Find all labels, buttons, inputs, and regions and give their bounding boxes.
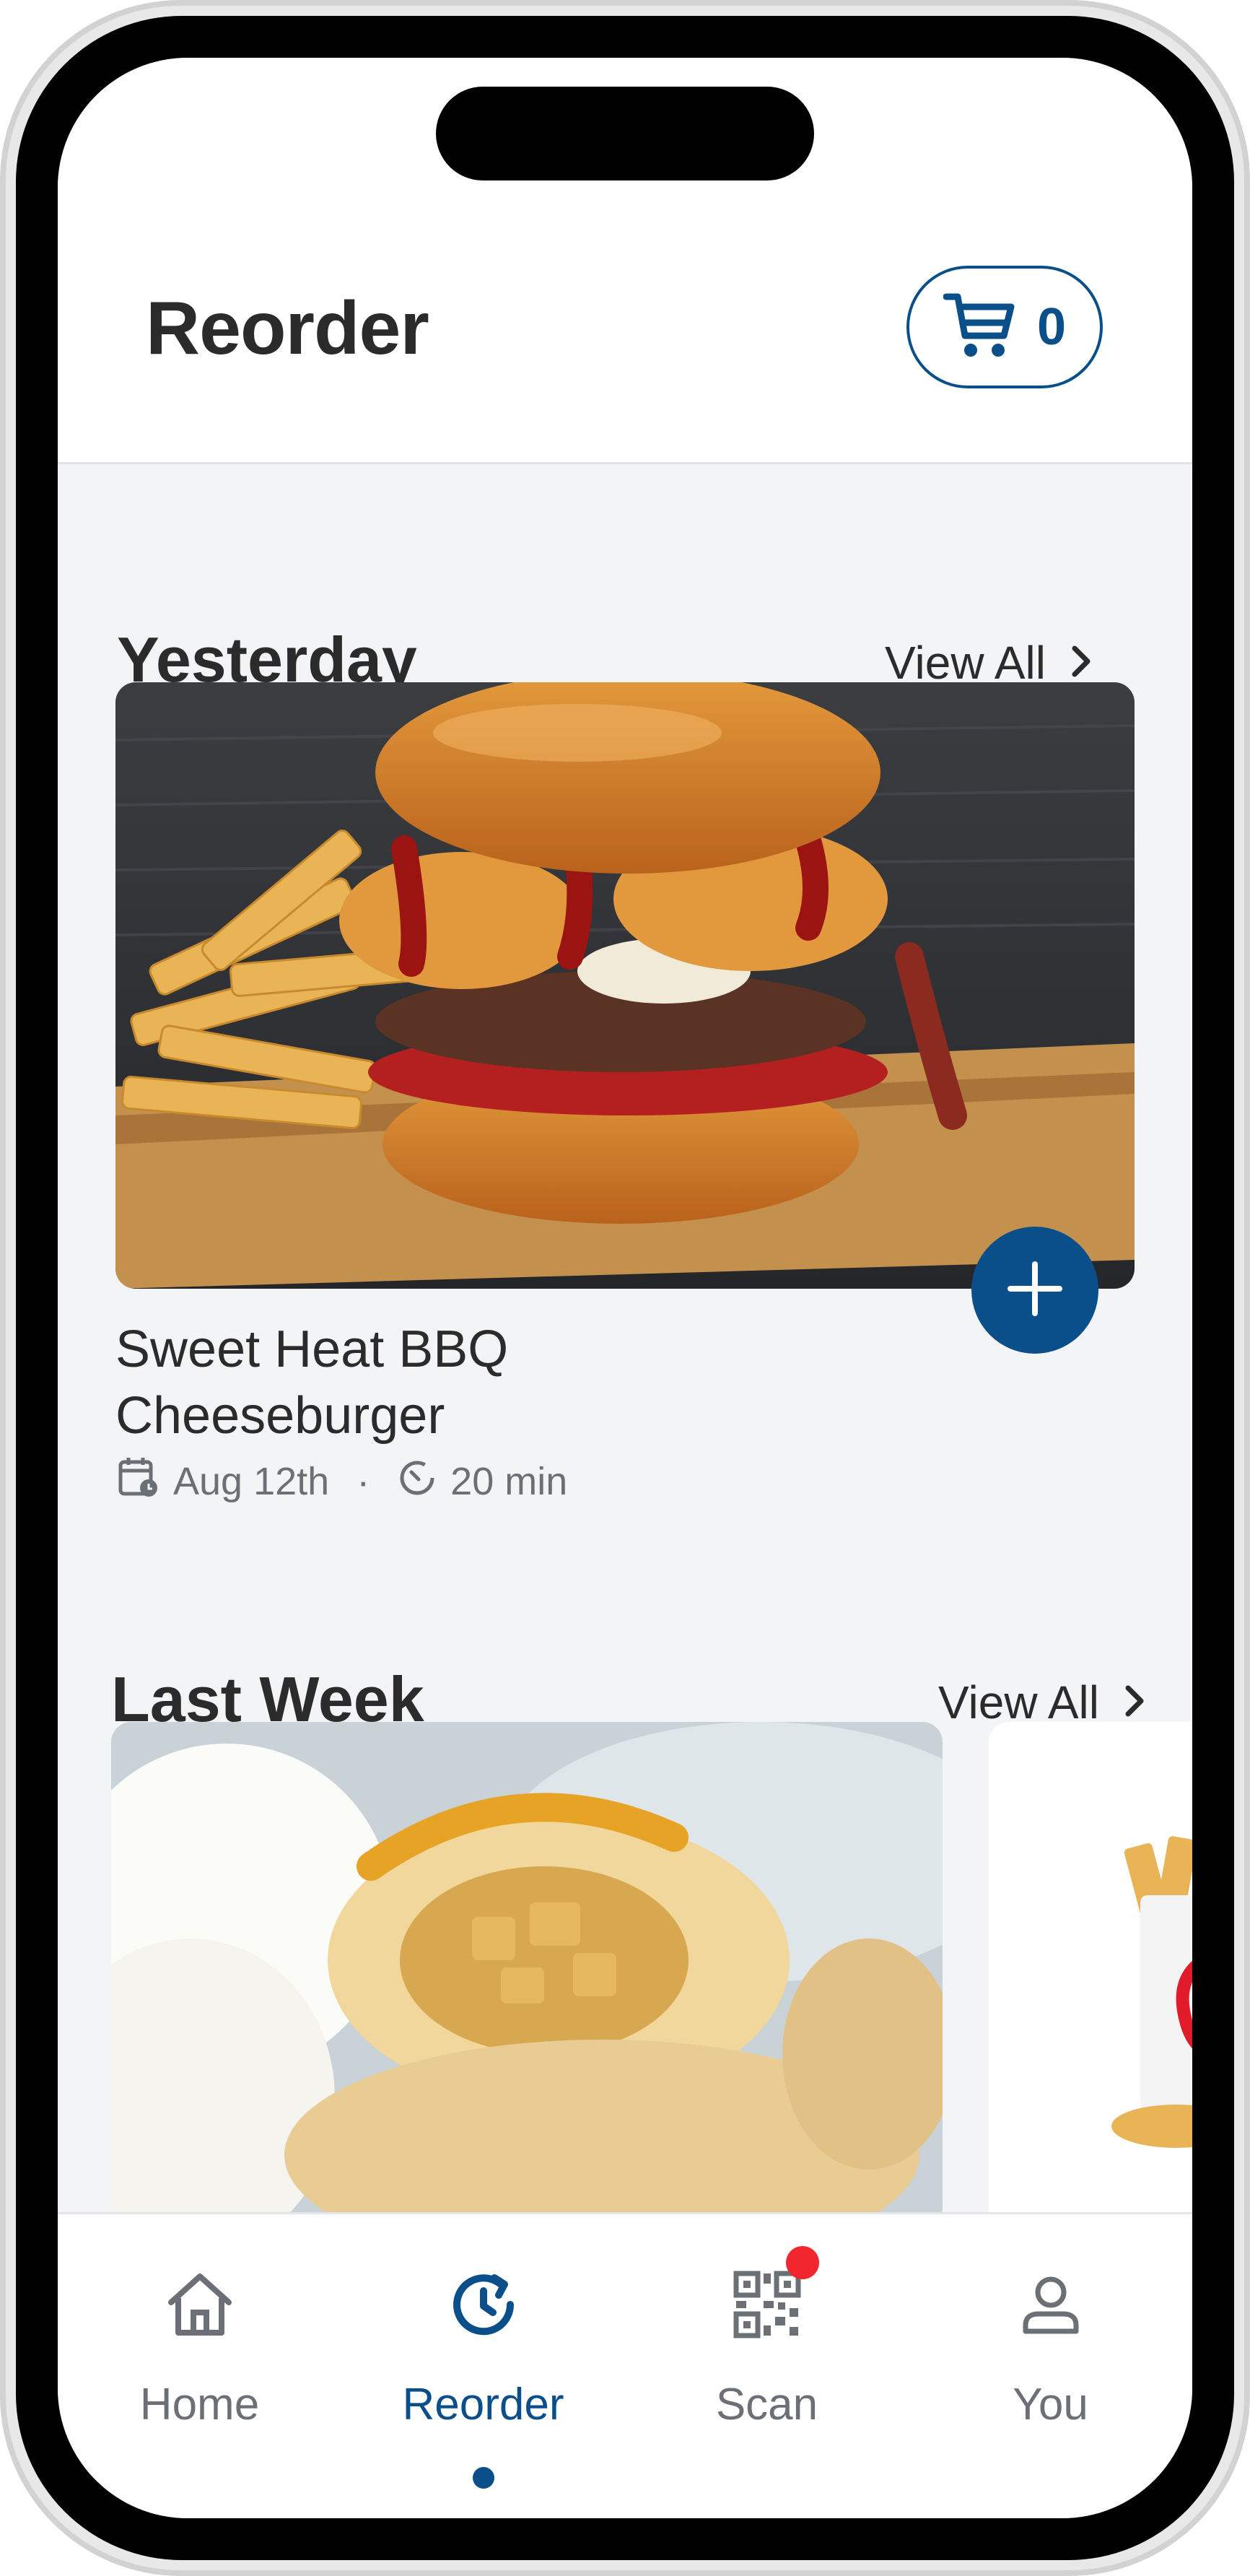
tab-you[interactable]: You bbox=[909, 2214, 1192, 2518]
tab-reorder[interactable]: Reorder bbox=[341, 2214, 625, 2518]
chevron-right-icon bbox=[1124, 1676, 1145, 1729]
screen: Reorder 0 Yesterday View All Sweet Heat … bbox=[58, 58, 1192, 2518]
dynamic-island bbox=[436, 87, 814, 180]
plus-icon bbox=[1006, 1260, 1064, 1321]
tab-label: Home bbox=[139, 2380, 260, 2429]
tab-home[interactable]: Home bbox=[58, 2214, 341, 2518]
tab-label: You bbox=[1013, 2380, 1088, 2429]
item-image-fries[interactable] bbox=[989, 1722, 1192, 2227]
view-all-label: View All bbox=[938, 1676, 1099, 1728]
view-all-yesterday[interactable]: View All bbox=[885, 636, 1092, 689]
tab-scan[interactable]: Scan bbox=[625, 2214, 909, 2518]
add-to-cart-button[interactable] bbox=[971, 1227, 1098, 1354]
item-image-burger[interactable] bbox=[115, 682, 1135, 1289]
view-all-label: View All bbox=[885, 637, 1046, 689]
item-meta: Aug 12th · 20 min bbox=[117, 1455, 567, 1507]
tab-label: Scan bbox=[715, 2380, 818, 2429]
item-name-line1: Sweet Heat BBQ bbox=[115, 1320, 509, 1378]
cart-icon bbox=[943, 291, 1015, 364]
item-date: Aug 12th bbox=[173, 1459, 330, 1503]
active-tab-indicator bbox=[472, 2467, 494, 2489]
item-name[interactable]: Sweet Heat BBQ Cheeseburger bbox=[115, 1316, 765, 1449]
cart-button[interactable]: 0 bbox=[906, 266, 1103, 388]
view-all-last-week[interactable]: View All bbox=[938, 1676, 1145, 1729]
page-title: Reorder bbox=[146, 287, 429, 370]
user-icon bbox=[1011, 2265, 1091, 2348]
item-image-pie[interactable] bbox=[111, 1722, 943, 2227]
timer-icon bbox=[397, 1456, 437, 1506]
meta-separator: · bbox=[357, 1459, 370, 1503]
tab-label: Reorder bbox=[402, 2380, 564, 2429]
item-name-line2: Cheeseburger bbox=[115, 1387, 445, 1445]
item-duration: 20 min bbox=[450, 1459, 568, 1503]
tab-bar: Home Reorder Scan You bbox=[58, 2212, 1192, 2518]
chevron-right-icon bbox=[1070, 636, 1092, 689]
calendar-clock-icon bbox=[117, 1455, 160, 1507]
notification-badge bbox=[786, 2246, 819, 2279]
reorder-clock-icon bbox=[444, 2265, 523, 2348]
home-icon bbox=[160, 2265, 240, 2348]
cart-count: 0 bbox=[1036, 298, 1067, 356]
reorder-content: Yesterday View All Sweet Heat BBQ Cheese… bbox=[58, 464, 1192, 2269]
